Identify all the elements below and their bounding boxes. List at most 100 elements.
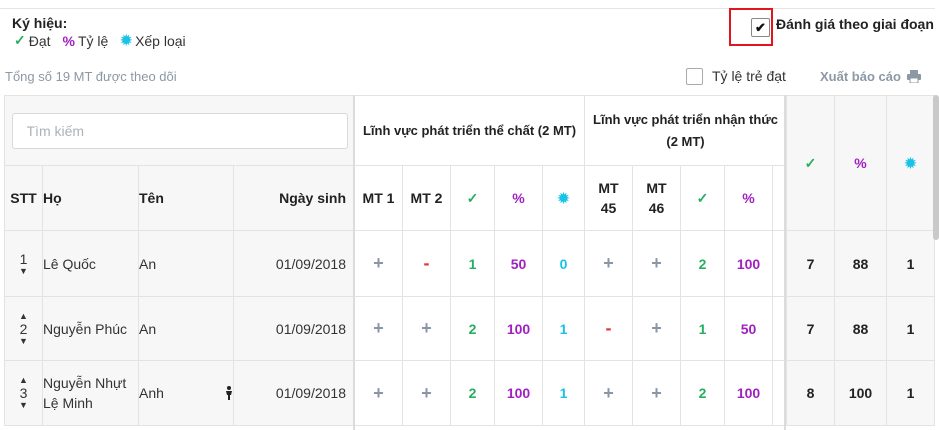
legend-item-ty-le: % Tỷ lệ [63,33,109,49]
mark-cell[interactable]: + [584,360,633,426]
mark-cell[interactable]: - [584,296,633,361]
g2-dat-cell: 1 [680,296,725,361]
total-dat-header: ✓ [786,95,835,231]
table-row: 1 ▼ Lê Quốc An 01/09/2018 + -1 50 0 + +2 100 7 88 1 [4,230,935,297]
g2-dat-cell: 2 [680,230,725,297]
search-input[interactable] [11,112,348,149]
printer-icon [906,70,921,83]
col-mt1[interactable]: MT 1 [354,165,403,231]
stt-value: 1 [19,251,28,267]
move-down-icon[interactable]: ▼ [19,267,28,276]
person-icon [226,386,232,400]
legend-label: Tỷ lệ [77,32,109,49]
export-label: Xuất báo cáo [820,69,901,84]
mark-cell[interactable]: + [354,230,403,297]
legend-item-xep-loai: ✹ Xếp loại [120,32,185,49]
ho-cell: Nguyễn Nhựt Lệ Minh [42,360,139,426]
group-header-cognitive: Lĩnh vực phát triển nhận thức (2 MT) [584,95,787,166]
stage-eval-highlight: ✔ [729,8,773,46]
total-dat-cell: 7 [786,296,835,361]
percent-icon: % [62,32,75,49]
ten-value: Anh [139,385,164,401]
mark-cell[interactable]: + [632,230,681,297]
g1-xl-cell: 0 [542,230,585,297]
ngay-sinh-cell: 01/09/2018 [233,230,355,297]
g2-dat-cell: 2 [680,360,725,426]
g1-xl-cell: 1 [542,296,585,361]
total-pct-cell: 88 [834,230,887,297]
legend-label: Xếp loại [135,32,186,49]
move-down-icon[interactable]: ▼ [19,336,28,346]
g1-dat-cell: 2 [450,360,495,426]
move-down-icon[interactable]: ▼ [19,401,28,410]
stt-cell: 1 ▼ [4,230,43,297]
col-ten: Tên [138,165,234,231]
legend: ✓ Đạt % Tỷ lệ ✹ Xếp loại [14,32,186,49]
mark-cell[interactable]: + [354,296,403,361]
col-mt46[interactable]: MT 46 [632,165,681,231]
col-stt: STT [4,165,43,231]
total-pct-cell: 88 [834,296,887,361]
mark-cell[interactable]: + [584,230,633,297]
stt-cell: ▲ 2 ▼ [4,296,43,361]
g1-xl-cell: 1 [542,360,585,426]
move-up-icon[interactable]: ▲ [19,376,28,385]
tracked-summary: Tổng số 19 MT được theo dõi [5,69,177,84]
col-ho: Họ [42,165,139,231]
table-row: ▲ 2 ▼ Nguyễn Phúc An 01/09/2018 + +2 100 1- +1 50 7 8… [4,296,935,361]
stage-eval-checkbox[interactable]: ✔ [751,18,770,37]
stt-value: 3 [19,385,28,401]
col-g1-xl: ✹ [542,165,585,231]
ten-cell: An [138,230,234,297]
stt-value: 2 [19,320,28,337]
vertical-scrollbar[interactable] [933,95,939,240]
group-header-physical: Lĩnh vực phát triển thể chất (2 MT) [354,95,585,166]
total-xl-header: ✹ [886,95,935,231]
col-g1-pct: % [494,165,543,231]
total-pct-cell: 100 [834,360,887,426]
mark-cell[interactable]: - [402,230,451,297]
ho-cell: Nguyễn Phúc [42,296,139,361]
g1-pct-cell: 50 [494,230,543,297]
g2-pct-cell: 100 [724,230,773,297]
total-dat-cell: 7 [786,230,835,297]
legend-title: Ký hiệu: [12,15,68,31]
export-report-button[interactable]: Xuất báo cáo [820,69,921,84]
legend-label: Đạt [28,32,51,49]
col-g2-dat: ✓ [680,165,725,231]
g2-pct-cell: 50 [724,296,773,361]
ten-value: An [139,320,157,337]
stage-eval-label[interactable]: Đánh giá theo giai đoạn [776,16,934,32]
table-row: ▲ 3 ▼ Nguyễn Nhựt Lệ Minh Anh 01/09/2018 + +2 10… [4,360,935,426]
ten-cell: An [138,296,234,361]
evaluation-table: Lĩnh vực phát triển thể chất (2 MT) Lĩnh… [4,95,935,426]
ten-cell: Anh [138,360,234,426]
badge-icon: ✹ [120,32,133,48]
total-dat-cell: 8 [786,360,835,426]
summary-divider [784,95,786,430]
ho-cell: Lê Quốc [42,230,139,297]
col-mt45[interactable]: MT 45 [584,165,633,231]
mark-cell[interactable]: + [632,360,681,426]
ngay-sinh-cell: 01/09/2018 [233,360,355,426]
stt-cell: ▲ 3 ▼ [4,360,43,426]
rate-checkbox[interactable] [686,68,703,85]
col-mt2[interactable]: MT 2 [402,165,451,231]
mark-cell[interactable]: + [632,296,681,361]
move-up-icon[interactable]: ▲ [19,311,28,321]
total-xl-cell: 1 [886,230,935,297]
g1-dat-cell: 1 [450,230,495,297]
mark-cell[interactable]: + [354,360,403,426]
total-xl-cell: 1 [886,360,935,426]
g2-pct-cell: 100 [724,360,773,426]
ten-value: An [139,255,157,272]
mark-cell[interactable]: + [402,296,451,361]
ngay-sinh-cell: 01/09/2018 [233,296,355,361]
search-cell [4,95,355,166]
mark-cell[interactable]: + [402,360,451,426]
g1-dat-cell: 2 [450,296,495,361]
rate-label[interactable]: Tỷ lệ trẻ đạt [712,68,786,84]
col-ngay-sinh: Ngày sinh [233,165,355,231]
g1-pct-cell: 100 [494,296,543,361]
g1-pct-cell: 100 [494,360,543,426]
